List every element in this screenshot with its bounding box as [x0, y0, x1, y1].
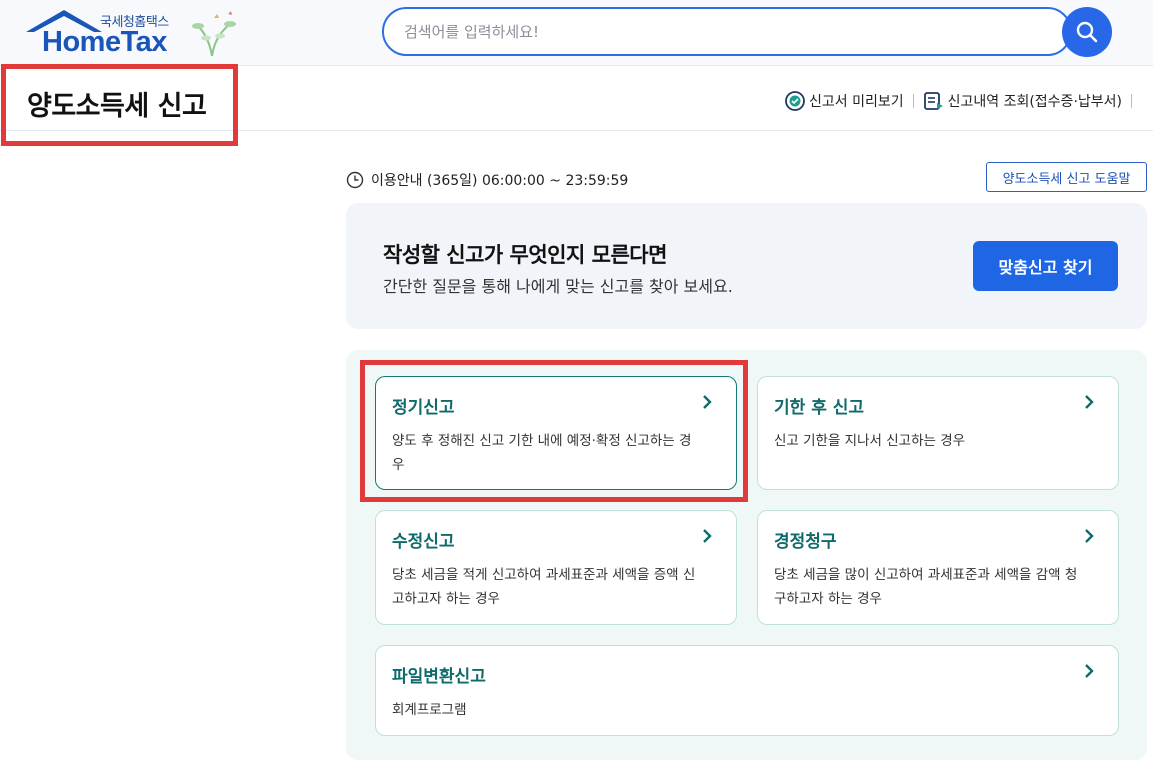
banner-heading: 작성할 신고가 무엇인지 모른다면 [383, 243, 667, 267]
chevron-right-icon [703, 529, 712, 543]
card-title: 기한 후 신고 [774, 398, 865, 418]
card-late-report[interactable]: 기한 후 신고 신고 기한을 지나서 신고하는 경우 [757, 376, 1119, 490]
document-list-icon [923, 92, 943, 110]
card-refund-claim[interactable]: 경정청구 당초 세금을 많이 신고하여 과세표준과 세액을 감액 청구하고자 하… [757, 510, 1119, 625]
service-hours-text: 이용안내 (365일) 06:00:00 ~ 23:59:59 [371, 173, 629, 189]
help-button[interactable]: 양도소득세 신고 도움말 [986, 162, 1147, 192]
chevron-right-icon [1085, 395, 1094, 409]
card-title: 파일변환신고 [392, 667, 486, 687]
card-desc: 신고 기한을 지나서 신고하는 경우 [774, 433, 966, 449]
logo-title: HomeTax [42, 26, 167, 58]
top-links: 신고서 미리보기 신고내역 조회(접수증·납부서) [784, 90, 1141, 112]
chevron-right-icon [1085, 529, 1094, 543]
plant-icon [192, 11, 236, 57]
divider [912, 94, 914, 108]
banner-text: 간단한 질문을 통해 나에게 맞는 신고를 찾아 보세요. [383, 277, 733, 296]
search-button[interactable] [1062, 7, 1112, 57]
recommend-banner: 작성할 신고가 무엇인지 모른다면 간단한 질문을 통해 나에게 맞는 신고를 … [346, 203, 1147, 329]
search-box [382, 7, 1072, 56]
card-desc: 회계프로그램 [392, 702, 467, 718]
clock-icon [346, 171, 364, 189]
highlight-box-card [360, 360, 748, 502]
chevron-right-icon [1085, 664, 1094, 678]
preview-link[interactable]: 신고서 미리보기 [784, 90, 904, 112]
search-input[interactable] [404, 9, 1004, 54]
eye-check-icon [785, 91, 805, 111]
hometax-logo[interactable]: 국세청홈택스 HomeTax [24, 8, 244, 60]
history-link-label: 신고내역 조회(접수증·납부서) [947, 94, 1122, 110]
card-title: 경정청구 [774, 532, 837, 552]
custom-report-button[interactable]: 맞춤신고 찾기 [973, 241, 1118, 291]
highlight-box-title [1, 64, 238, 146]
service-hours-notice: 이용안내 (365일) 06:00:00 ~ 23:59:59 [346, 170, 628, 190]
top-bar: 국세청홈택스 HomeTax [0, 0, 1153, 66]
card-amended-report[interactable]: 수정신고 당초 세금을 적게 신고하여 과세표준과 세액을 증액 신고하고자 하… [375, 510, 737, 625]
card-desc: 당초 세금을 적게 신고하여 과세표준과 세액을 증액 신고하고자 하는 경우 [392, 567, 696, 607]
card-file-conversion[interactable]: 파일변환신고 회계프로그램 [375, 645, 1119, 736]
card-desc: 당초 세금을 많이 신고하여 과세표준과 세액을 감액 청구하고자 하는 경우 [774, 567, 1078, 607]
history-link[interactable]: 신고내역 조회(접수증·납부서) [923, 90, 1122, 112]
card-title: 수정신고 [392, 532, 455, 552]
divider [1131, 94, 1132, 108]
preview-link-label: 신고서 미리보기 [808, 94, 904, 110]
search-icon [1076, 21, 1098, 43]
